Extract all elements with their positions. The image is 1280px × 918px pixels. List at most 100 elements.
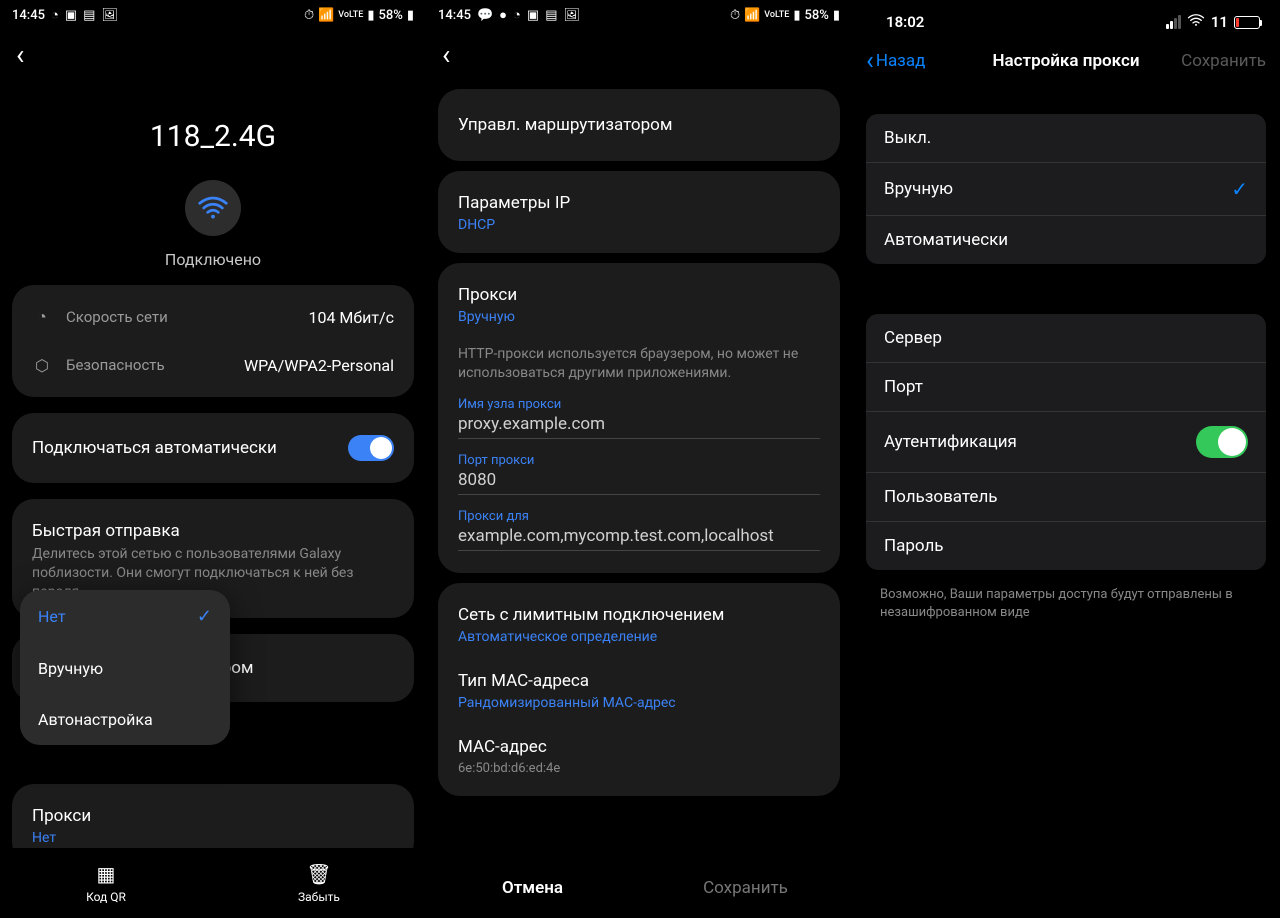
volte-icon: VoLTE	[338, 10, 363, 20]
status-bar: 18:02 11	[852, 0, 1280, 40]
status-icon: ●	[499, 7, 507, 23]
save-button[interactable]: Сохранить	[639, 858, 852, 918]
advanced-card: Сеть с лимитным подключением Автоматичес…	[438, 583, 840, 796]
auth-row: Аутентификация	[866, 412, 1266, 473]
wifi-icon: 📶	[318, 8, 334, 23]
check-icon: ✓	[1231, 177, 1248, 201]
battery-icon: ▮	[833, 8, 840, 23]
security-label: Безопасность	[66, 356, 165, 374]
proxy-card: Прокси Вручную HTTP-прокси используется …	[438, 263, 840, 573]
auto-connect-toggle[interactable]	[348, 435, 394, 461]
save-button[interactable]: Сохранить	[1181, 51, 1266, 71]
proxy-host-label: Имя узла прокси	[438, 397, 840, 412]
back-button[interactable]: ‹	[426, 30, 466, 79]
shield-icon: ⬡	[32, 355, 52, 375]
quick-share-title: Быстрая отправка	[12, 507, 414, 545]
status-icon: ▤	[83, 8, 95, 23]
proxy-fields-group: Сервер Порт Аутентификация Пользователь …	[866, 314, 1266, 570]
status-icon: ▣	[527, 8, 539, 23]
cancel-button[interactable]: Отмена	[426, 858, 639, 918]
nav-bar: ‹ Назад Настройка прокси Сохранить	[852, 40, 1280, 84]
proxy-option-manual[interactable]: Вручную	[20, 643, 230, 694]
wifi-icon	[185, 180, 241, 236]
network-name: 118_2.4G	[0, 119, 426, 154]
signal-icon	[1166, 15, 1181, 29]
proxy-host-input[interactable]: proxy.example.com	[458, 412, 820, 439]
port-field[interactable]: Порт	[866, 363, 1266, 412]
status-bar: 14:45 💬 ● ◔ ▣ ▤ 🖼 ⏱ 📶 VoLTE ▮ 58% ▮	[426, 0, 852, 30]
battery-icon	[1234, 16, 1260, 29]
proxy-mode[interactable]: Вручную	[438, 309, 840, 337]
server-field[interactable]: Сервер	[866, 314, 1266, 363]
alarm-icon: ⏱	[304, 8, 314, 23]
password-field[interactable]: Пароль	[866, 522, 1266, 570]
qr-code-button[interactable]: ▦ Код QR	[86, 862, 126, 904]
ip-params-value: DHCP	[438, 217, 840, 245]
wifi-icon	[1187, 13, 1205, 31]
speed-value: 104 Мбит/с	[308, 308, 394, 327]
qr-icon: ▦	[97, 862, 116, 886]
proxy-option-auto[interactable]: Автонастройка	[20, 694, 230, 745]
signal-icon: ▮	[367, 8, 374, 23]
metered-title[interactable]: Сеть с лимитным подключением	[438, 591, 840, 629]
speed-icon: ◔	[32, 307, 52, 327]
ip-params-title: Параметры IP	[438, 179, 840, 217]
footer-note: Возможно, Ваши параметры доступа будут о…	[852, 580, 1280, 628]
wifi-icon: 📶	[744, 8, 760, 23]
status-icon: 💬	[477, 8, 493, 23]
proxy-title: Прокси	[438, 271, 840, 309]
bottom-actions: Отмена Сохранить	[426, 858, 852, 918]
proxy-mode-popup: Нет ✓ Вручную Автонастройка	[20, 590, 230, 745]
check-icon: ✓	[197, 606, 212, 627]
proxy-bypass-input[interactable]: example.com,mycomp.test.com,localhost	[458, 524, 820, 551]
battery-icon: ▮	[407, 8, 414, 23]
proxy-mode-manual[interactable]: Вручную ✓	[866, 163, 1266, 216]
status-icon: ◔	[513, 7, 521, 23]
router-mgmt-label: Управл. маршрутизатором	[438, 97, 840, 153]
status-icon: ▣	[65, 8, 77, 23]
router-mgmt-card[interactable]: Управл. маршрутизатором	[438, 89, 840, 161]
auth-toggle[interactable]	[1196, 426, 1248, 458]
proxy-bypass-label: Прокси для	[438, 509, 840, 524]
security-value: WPA/WPA2-Personal	[244, 356, 394, 375]
status-time: 18:02	[886, 13, 924, 31]
proxy-mode-group: Выкл. Вручную ✓ Автоматически	[866, 114, 1266, 264]
proxy-mode-auto[interactable]: Автоматически	[866, 216, 1266, 264]
speed-label: Скорость сети	[66, 308, 168, 326]
mac-addr-value: 6e:50:bd:d6:ed:4e	[438, 761, 840, 788]
proxy-port-label: Порт прокси	[438, 453, 840, 468]
auto-connect-card: Подключаться автоматически	[12, 413, 414, 483]
proxy-mode-off[interactable]: Выкл.	[866, 114, 1266, 163]
forget-button[interactable]: 🗑 Забыть	[298, 862, 340, 904]
status-time: 14:45	[438, 8, 471, 23]
ip-params-card[interactable]: Параметры IP DHCP	[438, 171, 840, 253]
back-button[interactable]: ‹	[0, 30, 40, 79]
auto-connect-label: Подключаться автоматически	[32, 438, 277, 458]
proxy-title: Прокси	[12, 792, 414, 830]
page-title: Настройка прокси	[992, 51, 1139, 71]
signal-icon: ▮	[793, 8, 800, 23]
proxy-option-none[interactable]: Нет ✓	[20, 590, 230, 643]
connection-status: Подключено	[0, 250, 426, 269]
bottom-bar: ▦ Код QR 🗑 Забыть	[0, 848, 426, 918]
status-battery: 58%	[378, 8, 402, 23]
screen-ios-proxy-settings: 18:02 11 ‹ Назад Настройка прокси Сохран…	[852, 0, 1280, 918]
status-icon: ▤	[545, 8, 557, 23]
mac-addr-title: MAC-адрес	[438, 723, 840, 761]
proxy-port-input[interactable]: 8080	[458, 468, 820, 495]
trash-icon: 🗑	[306, 862, 331, 886]
mac-type-title[interactable]: Тип MAC-адреса	[438, 657, 840, 695]
status-icon: 🖼	[563, 8, 580, 23]
status-icon: 🖼	[101, 8, 118, 23]
alarm-icon: ⏱	[730, 8, 740, 23]
chevron-left-icon: ‹	[866, 48, 874, 74]
status-bar: 14:45 ◔ ▣ ▤ 🖼 ⏱ 📶 VoLTE ▮ 58% ▮	[0, 0, 426, 30]
status-battery: 11	[1211, 13, 1228, 31]
back-button[interactable]: ‹ Назад	[866, 48, 925, 74]
user-field[interactable]: Пользователь	[866, 473, 1266, 522]
proxy-note: HTTP-прокси используется браузером, но м…	[438, 337, 840, 397]
network-info-card: ◔ Скорость сети 104 Мбит/с ⬡ Безопасност…	[12, 285, 414, 397]
volte-icon: VoLTE	[764, 10, 789, 20]
status-time: 14:45	[12, 8, 45, 23]
metered-value: Автоматическое определение	[438, 629, 840, 657]
